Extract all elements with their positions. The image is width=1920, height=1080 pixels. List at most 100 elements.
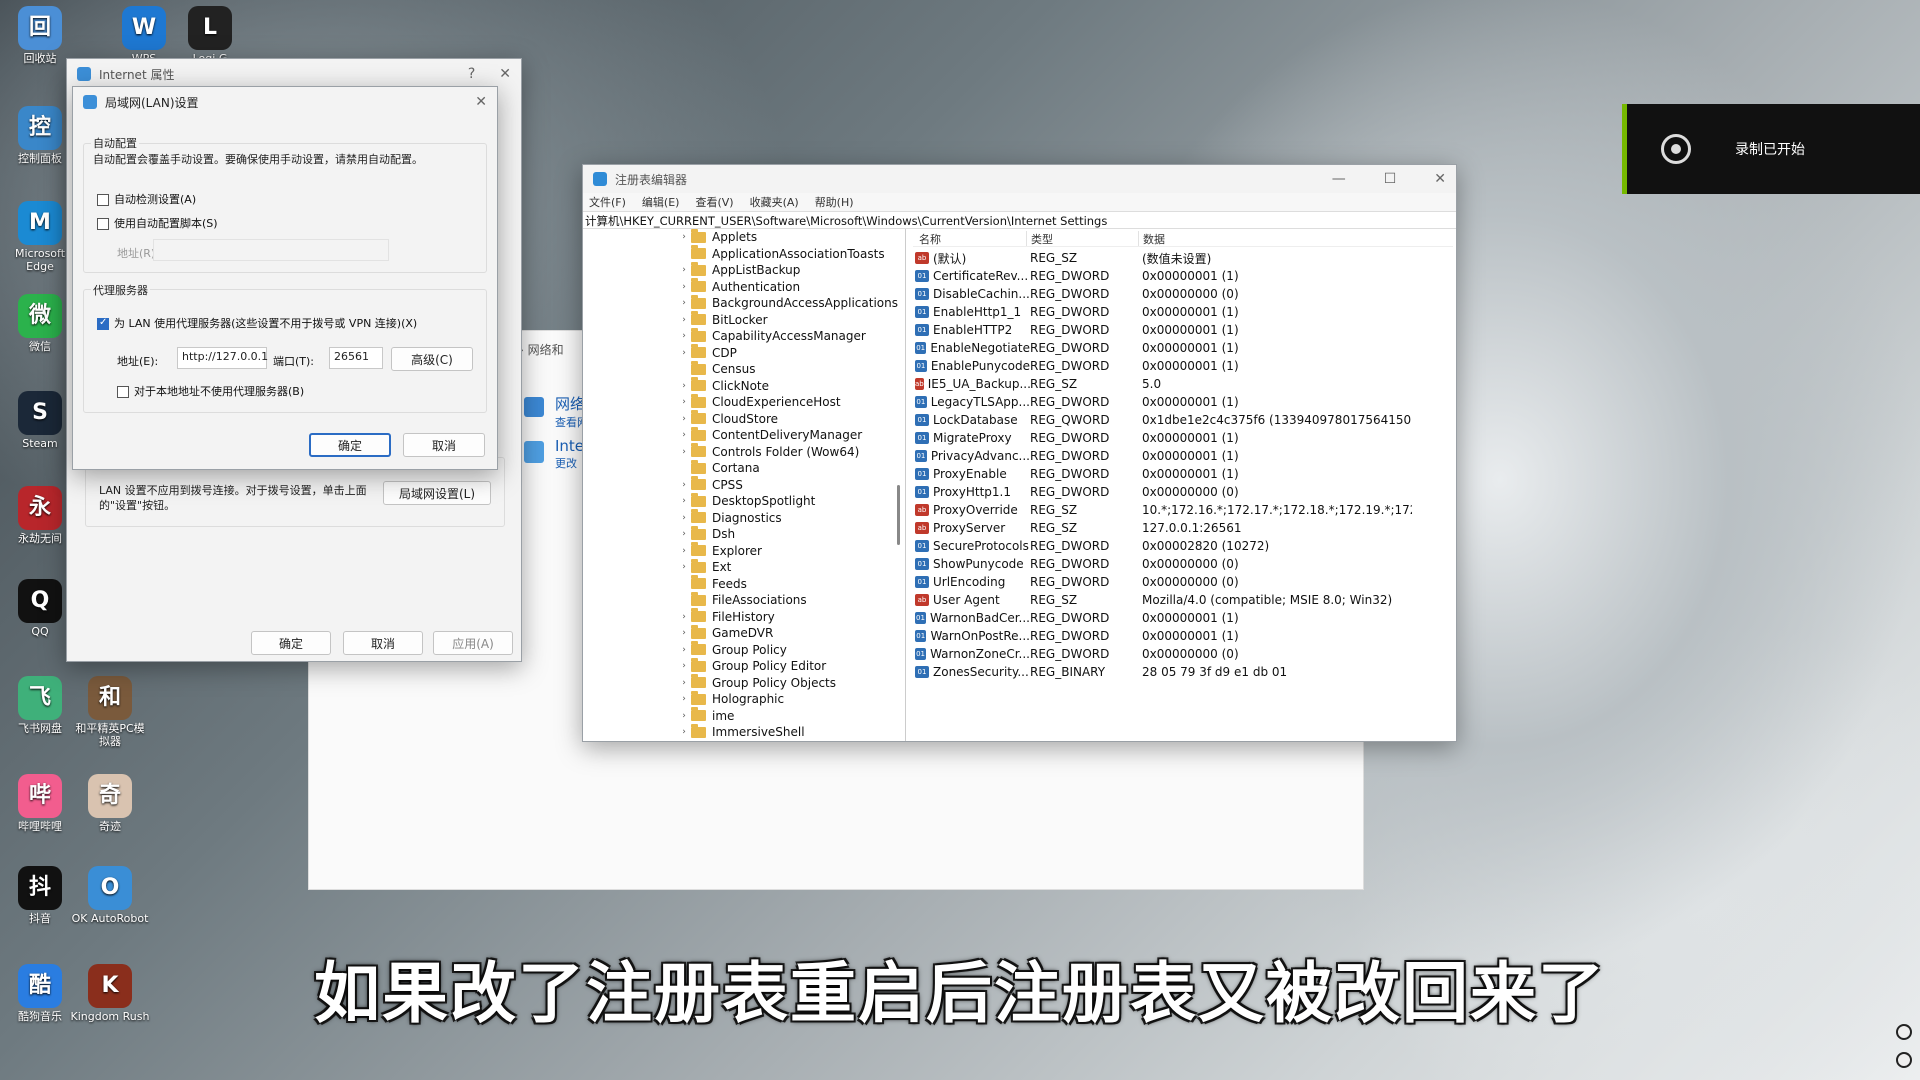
- tree-node[interactable]: Cortana: [677, 459, 905, 477]
- lan-cancel-button[interactable]: 取消: [403, 433, 485, 457]
- menu-item[interactable]: 文件(F): [589, 194, 626, 210]
- tree-node[interactable]: › Dsh: [677, 525, 905, 543]
- registry-value-row[interactable]: 01 ProxyEnable REG_DWORD 0x00000001 (1): [915, 465, 1455, 483]
- col-type[interactable]: 类型: [1026, 231, 1138, 246]
- use-proxy-checkbox[interactable]: 为 LAN 使用代理服务器(这些设置不用于拨号或 VPN 连接)(X): [97, 315, 417, 331]
- tree-node[interactable]: › Group Policy: [677, 641, 905, 659]
- tree-node[interactable]: › Group Policy Objects: [677, 674, 905, 692]
- chevron-right-icon[interactable]: ›: [677, 298, 691, 308]
- registry-value-row[interactable]: 01 CertificateRev... REG_DWORD 0x00000001 (…: [915, 267, 1455, 285]
- chevron-right-icon[interactable]: ›: [677, 265, 691, 275]
- tree-node[interactable]: › ContentDeliveryManager: [677, 426, 905, 444]
- registry-value-row[interactable]: 01 PrivacyAdvanc... REG_DWORD 0x00000001 (1…: [915, 447, 1455, 465]
- registry-value-row[interactable]: 01 SecureProtocols REG_DWORD 0x00002820 (10…: [915, 537, 1455, 555]
- chevron-right-icon[interactable]: ›: [677, 496, 691, 506]
- tree-node[interactable]: › FileHistory: [677, 608, 905, 626]
- chevron-right-icon[interactable]: ›: [677, 282, 691, 292]
- bypass-local-checkbox[interactable]: 对于本地地址不使用代理服务器(B): [117, 383, 304, 399]
- chevron-right-icon[interactable]: ›: [677, 628, 691, 638]
- tree-node[interactable]: › Group Policy Editor: [677, 657, 905, 675]
- registry-value-row[interactable]: 01 UrlEncoding REG_DWORD 0x00000000 (0): [915, 573, 1455, 591]
- tree-node[interactable]: Feeds: [677, 575, 905, 593]
- chevron-right-icon[interactable]: ›: [677, 612, 691, 622]
- tree-node[interactable]: › CPSS: [677, 476, 905, 494]
- tree-node[interactable]: › CloudStore: [677, 410, 905, 428]
- proxy-address-input[interactable]: http://127.0.0.1: [177, 347, 268, 369]
- registry-value-row[interactable]: 01 ShowPunycode REG_DWORD 0x00000000 (0): [915, 555, 1455, 573]
- chevron-right-icon[interactable]: ›: [677, 546, 691, 556]
- desktop-icon[interactable]: 飞飞书网盘: [0, 676, 80, 736]
- chevron-right-icon[interactable]: ›: [677, 480, 691, 490]
- script-address-input[interactable]: [153, 239, 389, 261]
- chevron-right-icon[interactable]: ›: [677, 430, 691, 440]
- help-button[interactable]: ?: [468, 66, 475, 82]
- registry-value-row[interactable]: 01 EnableNegotiate REG_DWORD 0x00000001 (1): [915, 339, 1455, 357]
- registry-value-row[interactable]: 01 EnableHTTP2 REG_DWORD 0x00000001 (1): [915, 321, 1455, 339]
- tree-node[interactable]: › BitLocker: [677, 311, 905, 329]
- tree-node[interactable]: › Ext: [677, 558, 905, 576]
- registry-value-row[interactable]: ab ProxyOverride REG_SZ 10.*;172.16.*;172.1…: [915, 501, 1455, 519]
- advanced-button[interactable]: 高级(C): [391, 347, 473, 371]
- tree-node[interactable]: › ClickNote: [677, 377, 905, 395]
- tree-node[interactable]: › BackgroundAccessApplications: [677, 294, 905, 312]
- chevron-right-icon[interactable]: ›: [677, 331, 691, 341]
- inet-ok-button[interactable]: 确定: [251, 631, 331, 655]
- tree-node[interactable]: › ImmersiveShell: [677, 723, 905, 741]
- desktop-icon[interactable]: O OK AutoRobot: [70, 866, 150, 926]
- chevron-right-icon[interactable]: ›: [677, 232, 691, 242]
- chevron-right-icon[interactable]: ›: [677, 562, 691, 572]
- registry-values-list[interactable]: ab (默认) REG_SZ (数值未设置) 01 CertificateRev... RE…: [915, 249, 1455, 681]
- tree-scrollbar[interactable]: [897, 485, 900, 545]
- chevron-right-icon[interactable]: ›: [677, 529, 691, 539]
- lan-settings-button[interactable]: 局域网设置(L): [383, 481, 491, 505]
- chevron-right-icon[interactable]: ›: [677, 447, 691, 457]
- proxy-port-input[interactable]: 26561: [329, 347, 383, 369]
- maximize-icon[interactable]: ☐: [1384, 171, 1397, 187]
- chevron-right-icon[interactable]: ›: [677, 727, 691, 737]
- tree-node[interactable]: Census: [677, 360, 905, 378]
- desktop-icon[interactable]: 哔哔哩哔哩: [0, 774, 80, 834]
- registry-tree[interactable]: › Applets ApplicationAssociationToasts › App…: [583, 229, 906, 741]
- registry-value-row[interactable]: 01 LegacyTLSApp... REG_DWORD 0x00000001 (1): [915, 393, 1455, 411]
- registry-value-row[interactable]: ab (默认) REG_SZ (数值未设置): [915, 249, 1455, 267]
- registry-value-row[interactable]: ab ProxyServer REG_SZ 127.0.0.1:26561: [915, 519, 1455, 537]
- inet-cancel-button[interactable]: 取消: [343, 631, 423, 655]
- registry-value-row[interactable]: 01 LockDatabase REG_QWORD 0x1dbe1e2c4c375f6…: [915, 411, 1455, 429]
- registry-value-row[interactable]: ab User Agent REG_SZ Mozilla/4.0 (compatibl…: [915, 591, 1455, 609]
- col-data[interactable]: 数据: [1138, 231, 1408, 246]
- tree-node[interactable]: › Diagnostics: [677, 509, 905, 527]
- inet-apply-button[interactable]: 应用(A): [433, 631, 513, 655]
- tree-node[interactable]: › CloudExperienceHost: [677, 393, 905, 411]
- use-script-checkbox[interactable]: 使用自动配置脚本(S): [97, 215, 218, 231]
- tree-node[interactable]: › ime: [677, 707, 905, 725]
- auto-detect-checkbox[interactable]: 自动检测设置(A): [97, 191, 196, 207]
- registry-value-row[interactable]: 01 EnablePunycode REG_DWORD 0x00000001 (1): [915, 357, 1455, 375]
- tree-node[interactable]: › CDP: [677, 344, 905, 362]
- desktop-icon[interactable]: 奇奇迹: [70, 774, 150, 834]
- chevron-right-icon[interactable]: ›: [677, 381, 691, 391]
- chevron-right-icon[interactable]: ›: [677, 513, 691, 523]
- chevron-right-icon[interactable]: ›: [677, 645, 691, 655]
- tree-node[interactable]: FileAssociations: [677, 591, 905, 609]
- menu-item[interactable]: 收藏夹(A): [750, 194, 799, 210]
- menu-item[interactable]: 查看(V): [695, 194, 733, 210]
- tree-node[interactable]: › Authentication: [677, 278, 905, 296]
- menu-item[interactable]: 编辑(E): [642, 194, 680, 210]
- regedit-address-bar[interactable]: 计算机\HKEY_CURRENT_USER\Software\Microsoft…: [583, 211, 1456, 229]
- tree-node[interactable]: › Explorer: [677, 542, 905, 560]
- tree-node[interactable]: › Applets: [677, 229, 905, 246]
- chevron-right-icon[interactable]: ›: [677, 397, 691, 407]
- tray-clock-icon[interactable]: [1896, 1052, 1912, 1068]
- lan-ok-button[interactable]: 确定: [309, 433, 391, 457]
- tree-node[interactable]: › DesktopSpotlight: [677, 492, 905, 510]
- registry-value-row[interactable]: 01 EnableHttp1_1 REG_DWORD 0x00000001 (1): [915, 303, 1455, 321]
- col-name[interactable]: 名称: [913, 231, 1026, 246]
- tree-node[interactable]: › Holographic: [677, 690, 905, 708]
- tree-node[interactable]: › CapabilityAccessManager: [677, 327, 905, 345]
- chevron-right-icon[interactable]: ›: [677, 315, 691, 325]
- close-icon[interactable]: ✕: [1434, 171, 1446, 187]
- chevron-right-icon[interactable]: ›: [677, 694, 691, 704]
- registry-value-row[interactable]: ab IE5_UA_Backup... REG_SZ 5.0: [915, 375, 1455, 393]
- registry-value-row[interactable]: 01 ZonesSecurity... REG_BINARY 28 05 79 3f …: [915, 663, 1455, 681]
- menu-item[interactable]: 帮助(H): [815, 194, 854, 210]
